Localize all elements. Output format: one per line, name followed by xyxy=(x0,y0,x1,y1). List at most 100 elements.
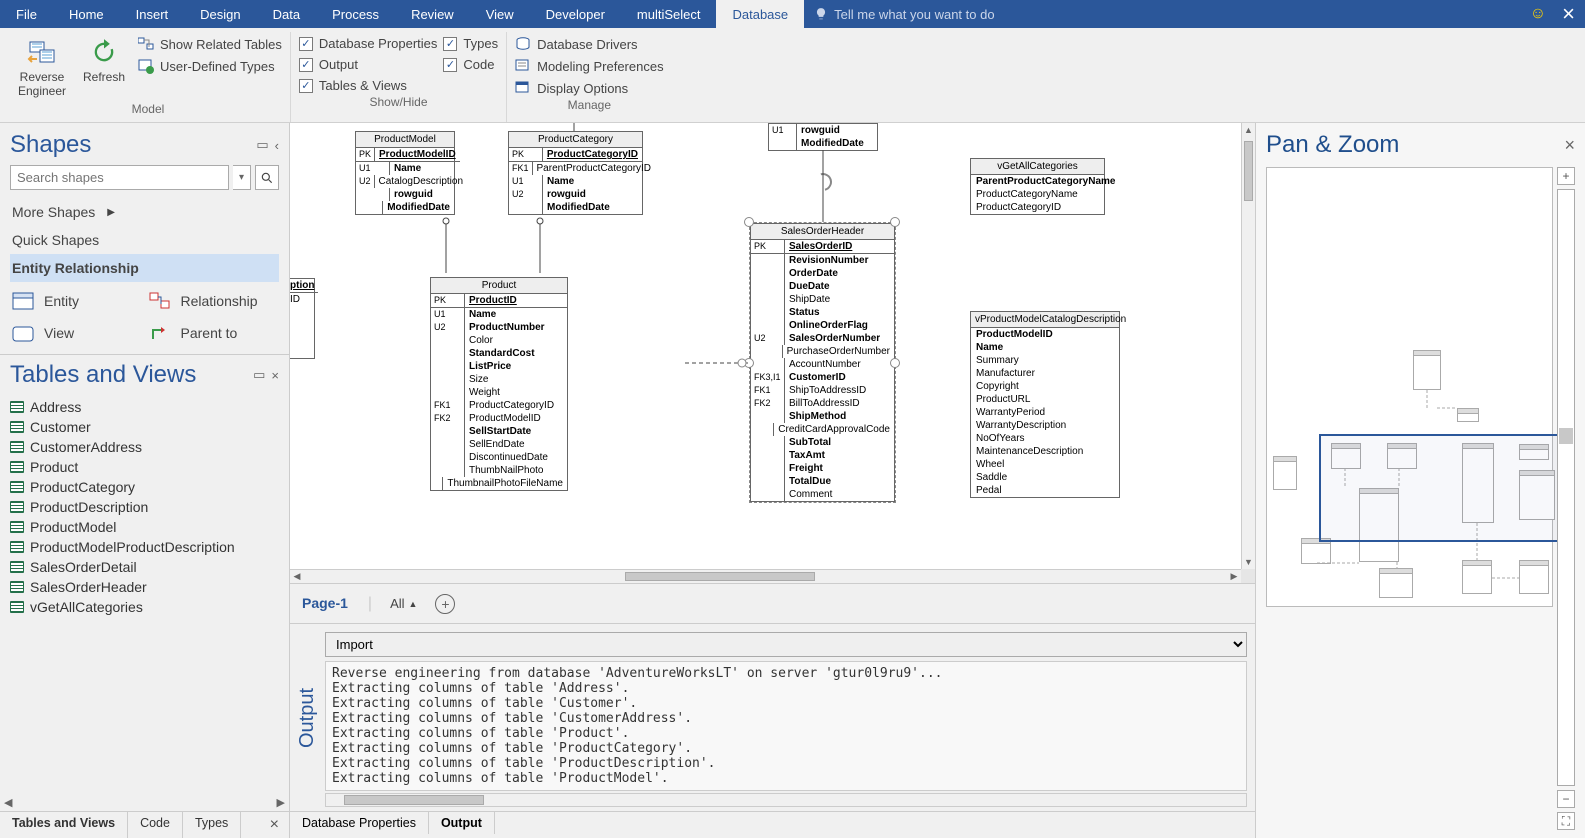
view-vproductmodel[interactable]: vProductModelCatalogDescription ProductM… xyxy=(970,311,1120,498)
entity-relationship-stencil[interactable]: Entity Relationship xyxy=(10,254,279,282)
display-options-button[interactable]: Display Options xyxy=(515,80,663,96)
rotate-handle-icon[interactable] xyxy=(811,170,836,195)
drawing-canvas[interactable]: ption ID U1rowguid ModifiedDate ProductM… xyxy=(290,123,1241,569)
scroll-down-icon[interactable]: ▼ xyxy=(1242,555,1255,569)
shape-view[interactable]: View xyxy=(12,318,141,348)
more-shapes-button[interactable]: More Shapes▶ xyxy=(10,198,279,226)
refresh-button[interactable]: Refresh xyxy=(76,34,132,86)
tab-view[interactable]: View xyxy=(470,0,530,28)
zoom-out-button[interactable]: − xyxy=(1557,790,1575,808)
left-bottom-tabs: Tables and Views Code Types × xyxy=(0,811,289,838)
tv-scroll-right-icon[interactable]: ▶ xyxy=(277,796,285,809)
selection-handle[interactable] xyxy=(890,358,900,368)
canvas-wrap: ption ID U1rowguid ModifiedDate ProductM… xyxy=(290,123,1255,583)
feedback-smiley-icon[interactable]: ☺ xyxy=(1530,5,1546,23)
tab-data[interactable]: Data xyxy=(257,0,316,28)
tv-item: ProductDescription xyxy=(10,497,287,517)
scroll-up-icon[interactable]: ▲ xyxy=(1242,123,1255,137)
search-go-button[interactable] xyxy=(255,165,279,190)
hscroll-thumb[interactable] xyxy=(625,572,815,581)
reverse-engineer-button[interactable]: Reverse Engineer xyxy=(14,34,70,100)
search-shapes-input[interactable] xyxy=(10,165,229,190)
user-defined-types-button[interactable]: User-Defined Types xyxy=(138,58,282,74)
tab-design[interactable]: Design xyxy=(184,0,256,28)
search-dropdown-icon[interactable]: ▾ xyxy=(233,165,251,190)
left-tabs-close-icon[interactable]: × xyxy=(260,812,289,838)
tell-me-search[interactable]: Tell me what you want to do xyxy=(804,0,1520,28)
chk-code[interactable]: ✓Code xyxy=(443,57,498,72)
table-productmodel[interactable]: ProductModel PKProductModelID U1Name U2C… xyxy=(355,131,455,215)
tab-multiselect[interactable]: multiSelect xyxy=(621,0,717,28)
pan-zoom-close-icon[interactable]: × xyxy=(1564,135,1575,156)
output-text[interactable]: Reverse engineering from database 'Adven… xyxy=(325,661,1247,791)
shapes-window-icon[interactable]: ▭ xyxy=(256,137,268,153)
ribbon-close-icon[interactable]: × xyxy=(1562,1,1575,27)
shape-parent-to[interactable]: Parent to xyxy=(149,318,278,348)
vscroll-thumb[interactable] xyxy=(1244,141,1253,201)
search-icon xyxy=(260,171,274,185)
tab-db-properties[interactable]: Database Properties xyxy=(290,812,429,834)
ribbon-group-manage: Database Drivers Modeling Preferences Di… xyxy=(507,32,671,122)
shape-relationship[interactable]: Relationship xyxy=(149,286,278,316)
pan-zoom-overview[interactable] xyxy=(1266,167,1553,607)
tab-developer[interactable]: Developer xyxy=(530,0,621,28)
tab-review[interactable]: Review xyxy=(395,0,470,28)
parent-icon xyxy=(149,324,171,342)
output-hscrollbar[interactable] xyxy=(325,793,1247,807)
tables-views-list[interactable]: Address Customer CustomerAddress Product… xyxy=(0,397,289,796)
tab-output[interactable]: Output xyxy=(429,812,495,834)
selection-handle[interactable] xyxy=(744,358,754,368)
tv-item: ProductModelProductDescription xyxy=(10,537,287,557)
pan-zoom-title: Pan & Zoom xyxy=(1266,131,1399,159)
shapes-collapse-icon[interactable]: ‹ xyxy=(275,138,279,153)
table-salesorderheader[interactable]: SalesOrderHeader PKSalesOrderID Revision… xyxy=(750,223,895,502)
canvas-hscrollbar[interactable]: ◀ ▶ xyxy=(290,569,1241,583)
tab-process[interactable]: Process xyxy=(316,0,395,28)
zoom-fit-button[interactable]: ⛶ xyxy=(1557,812,1575,830)
page-bar: Page-1 | All ▲ + xyxy=(290,583,1255,623)
all-pages-button[interactable]: All ▲ xyxy=(390,596,417,611)
tv-close-icon[interactable]: × xyxy=(271,368,279,383)
partial-table-top[interactable]: U1rowguid ModifiedDate xyxy=(768,123,878,151)
table-productcategory[interactable]: ProductCategory PKProductCategoryID FK1P… xyxy=(508,131,643,215)
left-tab-types[interactable]: Types xyxy=(183,812,241,838)
pan-zoom-viewport[interactable] xyxy=(1319,434,1565,542)
page-tab[interactable]: Page-1 xyxy=(300,589,350,619)
ribbon: Reverse Engineer Refresh Show Related Ta… xyxy=(0,28,1585,123)
partial-table[interactable]: ption ID xyxy=(290,278,315,359)
chk-db-properties[interactable]: ✓Database Properties xyxy=(299,36,438,51)
show-related-tables-button[interactable]: Show Related Tables xyxy=(138,36,282,52)
shape-entity[interactable]: Entity xyxy=(12,286,141,316)
tab-home[interactable]: Home xyxy=(53,0,120,28)
tv-window-icon[interactable]: ▭ xyxy=(253,367,265,383)
db-drivers-button[interactable]: Database Drivers xyxy=(515,36,663,52)
table-product[interactable]: Product PKProductID U1Name U2ProductNumb… xyxy=(430,277,568,491)
tab-file[interactable]: File xyxy=(0,0,53,28)
output-filter-select[interactable]: Import xyxy=(325,632,1247,657)
zoom-slider[interactable] xyxy=(1557,189,1575,786)
scroll-left-icon[interactable]: ◀ xyxy=(290,570,304,583)
tab-insert[interactable]: Insert xyxy=(120,0,185,28)
chk-tables-views[interactable]: ✓Tables & Views xyxy=(299,78,438,93)
view-icon xyxy=(12,324,34,342)
view-vgetallcategories[interactable]: vGetAllCategories ParentProductCategoryN… xyxy=(970,158,1105,215)
quick-shapes-button[interactable]: Quick Shapes xyxy=(10,226,279,254)
entity-icon xyxy=(12,292,34,310)
tables-views-title: Tables and Views ▭× xyxy=(10,361,279,389)
tab-database[interactable]: Database xyxy=(716,0,804,28)
chk-output[interactable]: ✓Output xyxy=(299,57,438,72)
selection-handle[interactable] xyxy=(744,217,754,227)
modeling-prefs-button[interactable]: Modeling Preferences xyxy=(515,58,663,74)
pan-zoom-controls: + − ⛶ xyxy=(1557,167,1575,830)
left-tab-tables[interactable]: Tables and Views xyxy=(0,812,128,838)
chk-types[interactable]: ✓Types xyxy=(443,36,498,51)
output-title: Output xyxy=(290,624,325,811)
add-page-button[interactable]: + xyxy=(435,594,455,614)
selection-handle[interactable] xyxy=(890,217,900,227)
canvas-vscrollbar[interactable]: ▲ ▼ xyxy=(1241,123,1255,569)
scroll-right-icon[interactable]: ▶ xyxy=(1227,570,1241,583)
tv-item: ProductModel xyxy=(10,517,287,537)
tv-scroll-left-icon[interactable]: ◀ xyxy=(4,796,12,809)
tell-me-placeholder: Tell me what you want to do xyxy=(834,7,994,22)
left-tab-code[interactable]: Code xyxy=(128,812,183,838)
